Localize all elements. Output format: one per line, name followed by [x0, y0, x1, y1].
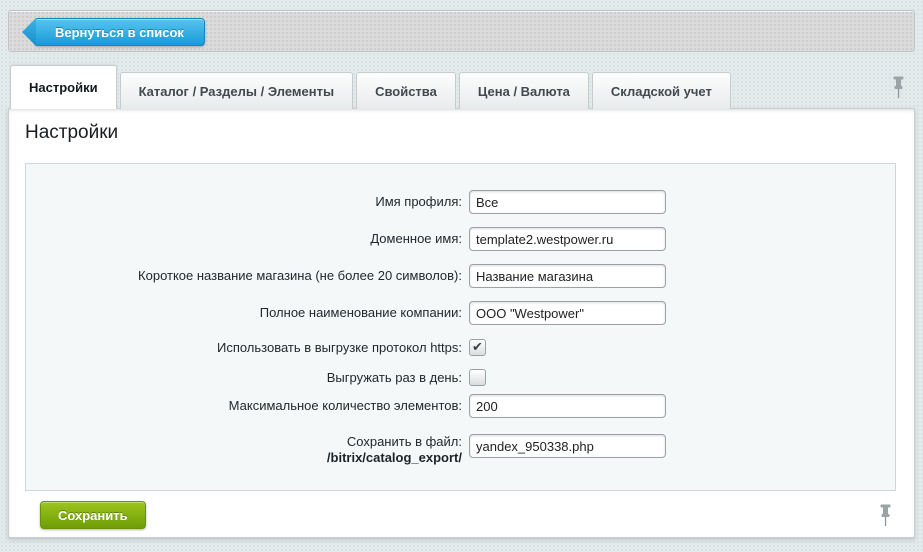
tab-price-currency[interactable]: Цена / Валюта — [459, 72, 589, 109]
form-row: Использовать в выгрузке протокол https: — [26, 339, 895, 356]
domain-name-field[interactable] — [469, 227, 666, 251]
back-arrow-icon — [22, 18, 36, 46]
form-row: Имя профиля: — [26, 190, 895, 214]
field-label: Выгружать раз в день: — [26, 369, 462, 386]
tab-settings[interactable]: Настройки — [10, 65, 117, 109]
tab-stock-accounting[interactable]: Складской учет — [592, 72, 731, 109]
pushpin-icon[interactable] — [879, 504, 892, 527]
export-profile-settings-page: Вернуться в список Настройки Каталог / Р… — [0, 0, 923, 552]
export-filename-field[interactable] — [469, 434, 666, 458]
save-to-file-label: Сохранить в файл: — [347, 434, 462, 449]
tab-bar: Настройки Каталог / Разделы / Элементы С… — [10, 65, 731, 109]
form-row: Доменное имя: — [26, 227, 895, 251]
company-name-field[interactable] — [469, 301, 666, 325]
max-elements-field[interactable] — [469, 394, 666, 418]
back-button-label: Вернуться в список — [55, 25, 184, 40]
form-row: Полное наименование компании: — [26, 301, 895, 325]
form-row: Максимальное количество элементов: — [26, 394, 895, 418]
back-to-list-button[interactable]: Вернуться в список — [34, 18, 205, 46]
form-row: Короткое название магазина (не более 20 … — [26, 264, 895, 288]
settings-form: Имя профиля: Доменное имя: Короткое назв… — [25, 163, 896, 491]
daily-export-checkbox[interactable] — [469, 369, 486, 386]
field-label: Короткое название магазина (не более 20 … — [26, 264, 462, 284]
form-row: Сохранить в файл: /bitrix/catalog_export… — [26, 434, 895, 466]
field-label: Максимальное количество элементов: — [26, 394, 462, 414]
page-title: Настройки — [25, 122, 118, 144]
field-label: Имя профиля: — [26, 190, 462, 210]
short-store-name-field[interactable] — [469, 264, 666, 288]
toolbar: Вернуться в список — [8, 10, 915, 52]
tab-properties[interactable]: Свойства — [356, 72, 456, 109]
tab-catalog-sections-elements[interactable]: Каталог / Разделы / Элементы — [120, 72, 353, 109]
field-label: Использовать в выгрузке протокол https: — [26, 339, 462, 356]
save-button[interactable]: Сохранить — [40, 501, 146, 529]
field-label: Полное наименование компании: — [26, 301, 462, 321]
pushpin-icon[interactable] — [892, 76, 905, 99]
field-label: Доменное имя: — [26, 227, 462, 247]
content-panel: Настройки Имя профиля: Доменное имя: Кор… — [8, 108, 915, 538]
export-path-label: /bitrix/catalog_export/ — [327, 450, 462, 465]
form-row: Выгружать раз в день: — [26, 369, 895, 386]
profile-name-field[interactable] — [469, 190, 666, 214]
field-label: Сохранить в файл: /bitrix/catalog_export… — [26, 430, 462, 466]
https-protocol-checkbox[interactable] — [469, 339, 486, 356]
